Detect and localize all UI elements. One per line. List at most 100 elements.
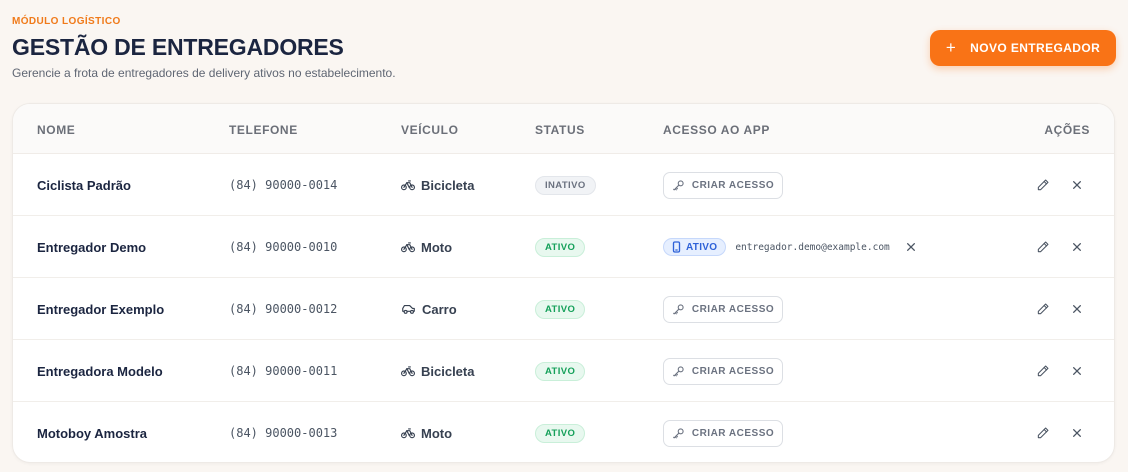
column-header-status: STATUS <box>535 123 585 137</box>
edit-button[interactable] <box>1035 363 1051 379</box>
column-header-access: ACESSO AO APP <box>663 123 770 137</box>
delete-button[interactable] <box>1069 301 1085 317</box>
courier-status: ATIVO <box>535 278 586 340</box>
courier-vehicle-label: Bicicleta <box>421 363 475 379</box>
page-header: MÓDULO LOGÍSTICO GESTÃO DE ENTREGADORES … <box>12 16 396 80</box>
table-row: Entregadora Modelo (84) 90000-0011 Bicicle… <box>13 340 1114 402</box>
courier-vehicle-label: Moto <box>421 425 453 441</box>
row-actions <box>1035 154 1085 216</box>
create-access-button-label: CRIAR ACESSO <box>691 427 775 439</box>
delete-button[interactable] <box>1069 425 1085 441</box>
create-access-button-label: CRIAR ACESSO <box>691 179 775 191</box>
create-access-button[interactable]: CRIAR ACESSO <box>663 419 783 447</box>
revoke-access-button[interactable] <box>906 242 916 252</box>
edit-button[interactable] <box>1035 239 1051 255</box>
close-icon <box>906 242 916 252</box>
create-access-button[interactable]: CRIAR ACESSO <box>663 295 783 323</box>
delete-button[interactable] <box>1069 177 1085 193</box>
edit-icon <box>1036 240 1050 254</box>
key-icon <box>672 303 685 316</box>
table-row: Motoboy Amostra (84) 90000-0013 Moto ATIVO C… <box>13 402 1114 462</box>
key-icon <box>672 179 685 192</box>
app-access: CRIAR ACESSO <box>663 154 783 216</box>
close-icon <box>1072 180 1082 190</box>
plus-icon: + <box>945 38 957 57</box>
delete-button[interactable] <box>1069 363 1085 379</box>
courier-name: Motoboy Amostra <box>37 425 148 441</box>
bicycle-icon <box>401 427 415 439</box>
courier-status: ATIVO <box>535 216 586 278</box>
row-actions <box>1035 402 1085 462</box>
row-actions <box>1035 278 1085 340</box>
table-header: NOME TELEFONE VEÍCULO STATUS ACESSO AO A… <box>13 104 1114 154</box>
new-courier-button-label: NOVO ENTREGADOR <box>970 41 1101 55</box>
key-icon <box>672 365 685 378</box>
courier-vehicle-label: Bicicleta <box>421 177 475 193</box>
create-access-button-label: CRIAR ACESSO <box>691 303 775 315</box>
edit-button[interactable] <box>1035 425 1051 441</box>
edit-icon <box>1036 426 1050 440</box>
courier-phone: (84) 90000-0010 <box>229 240 338 254</box>
column-header-actions: AÇÕES <box>1044 123 1090 137</box>
close-icon <box>1072 366 1082 376</box>
page-title: GESTÃO DE ENTREGADORES <box>12 34 344 60</box>
courier-vehicle-label: Carro <box>422 301 457 317</box>
courier-phone: (84) 90000-0014 <box>229 178 338 192</box>
delete-button[interactable] <box>1069 239 1085 255</box>
edit-button[interactable] <box>1035 177 1051 193</box>
bicycle-icon <box>401 241 415 253</box>
courier-name: Entregador Exemplo <box>37 301 165 317</box>
table-row: Entregador Demo (84) 90000-0010 Moto ATIVO A… <box>13 216 1114 278</box>
courier-name: Entregadora Modelo <box>37 363 163 379</box>
column-header-vehicle: VEÍCULO <box>401 123 459 137</box>
status-badge: ATIVO <box>535 361 586 381</box>
courier-phone: (84) 90000-0013 <box>229 426 338 440</box>
close-icon <box>1072 428 1082 438</box>
create-access-button[interactable]: CRIAR ACESSO <box>663 171 783 199</box>
bicycle-icon <box>401 365 415 377</box>
status-badge: INATIVO <box>535 175 596 195</box>
courier-phone: (84) 90000-0011 <box>229 364 338 378</box>
new-courier-button[interactable]: + NOVO ENTREGADOR <box>930 30 1116 66</box>
app-access: CRIAR ACESSO <box>663 402 783 462</box>
status-badge: ATIVO <box>535 237 586 257</box>
courier-name: Ciclista Padrão <box>37 177 131 193</box>
courier-vehicle: Carro <box>401 278 457 340</box>
row-actions <box>1035 340 1085 402</box>
column-header-phone: TELEFONE <box>229 123 298 137</box>
row-actions <box>1035 216 1085 278</box>
column-header-name: NOME <box>37 123 76 137</box>
table-row: Entregador Exemplo (84) 90000-0012 Carro AT… <box>13 278 1114 340</box>
courier-vehicle: Moto <box>401 402 453 462</box>
courier-vehicle-label: Moto <box>421 239 453 255</box>
edit-icon <box>1036 178 1050 192</box>
table-row: Ciclista Padrão (84) 90000-0014 Bicicleta I… <box>13 154 1114 216</box>
courier-name: Entregador Demo <box>37 239 147 255</box>
courier-status: ATIVO <box>535 402 586 462</box>
courier-vehicle: Bicicleta <box>401 340 474 402</box>
page-subtitle: Gerencie a frota de entregadores de deli… <box>12 66 396 80</box>
courier-status: ATIVO <box>535 340 586 402</box>
create-access-button-label: CRIAR ACESSO <box>691 365 775 377</box>
create-access-button[interactable]: CRIAR ACESSO <box>663 357 783 385</box>
bicycle-icon <box>401 179 415 191</box>
car-icon <box>401 303 416 315</box>
app-access: ATIVO entregador.demo@example.com <box>663 216 916 278</box>
table-body: Ciclista Padrão (84) 90000-0014 Bicicleta I… <box>13 154 1114 462</box>
app-access-badge: ATIVO <box>663 238 727 256</box>
courier-phone: (84) 90000-0012 <box>229 302 338 316</box>
app-access-email: entregador.demo@example.com <box>735 241 890 253</box>
module-label: MÓDULO LOGÍSTICO <box>12 16 121 27</box>
app-access: CRIAR ACESSO <box>663 278 783 340</box>
app-access-badge-label: ATIVO <box>686 241 718 253</box>
couriers-table: NOME TELEFONE VEÍCULO STATUS ACESSO AO A… <box>12 103 1115 463</box>
courier-vehicle: Moto <box>401 216 452 278</box>
key-icon <box>672 427 685 440</box>
close-icon <box>1072 304 1082 314</box>
edit-button[interactable] <box>1035 301 1051 317</box>
edit-icon <box>1036 364 1050 378</box>
courier-status: INATIVO <box>535 154 596 216</box>
status-badge: ATIVO <box>535 299 586 319</box>
edit-icon <box>1036 302 1050 316</box>
courier-vehicle: Bicicleta <box>401 154 474 216</box>
